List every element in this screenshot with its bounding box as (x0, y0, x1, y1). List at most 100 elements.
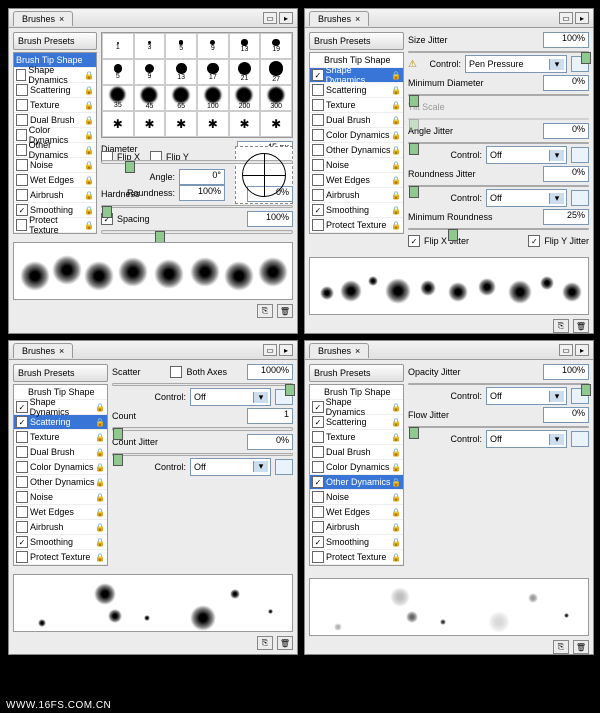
scatter-input[interactable]: 1000% (247, 364, 293, 380)
checkbox[interactable] (16, 551, 28, 563)
trash-icon[interactable]: 🗑 (573, 640, 589, 654)
trash-icon[interactable]: 🗑 (277, 304, 293, 318)
checkbox[interactable]: ✓ (16, 416, 28, 428)
brush-cell[interactable]: 300 (260, 85, 292, 111)
checkbox[interactable] (312, 114, 324, 126)
brush-cell[interactable]: 9 (197, 33, 229, 59)
brush-presets-button[interactable]: Brush Presets (13, 364, 108, 382)
tab-brushes[interactable]: Brushes× (309, 343, 369, 358)
checkbox[interactable]: ✓ (312, 476, 324, 488)
item-shape-dynamics[interactable]: Shape Dynamics🔒 (14, 68, 96, 83)
checkbox[interactable] (312, 219, 324, 231)
min-roundness-slider[interactable] (408, 228, 589, 230)
brush-cell[interactable]: 3 (134, 33, 166, 59)
item-noise[interactable]: Noise🔒 (310, 158, 403, 173)
checkbox[interactable] (312, 491, 324, 503)
item-scattering[interactable]: ✓Scattering🔒 (14, 415, 107, 430)
checkbox[interactable] (16, 159, 28, 171)
scatter-slider[interactable] (112, 383, 293, 386)
item-shape-dynamics[interactable]: ✓Shape Dynamics🔒 (310, 400, 403, 415)
item-protect-texture[interactable]: Protect Texture🔒 (310, 218, 403, 233)
item-airbrush[interactable]: Airbrush🔒 (310, 188, 403, 203)
checkbox[interactable] (16, 491, 28, 503)
item-wet-edges[interactable]: Wet Edges🔒 (310, 173, 403, 188)
item-dual-brush[interactable]: Dual Brush🔒 (310, 113, 403, 128)
flow-control-dropdown[interactable]: Off (486, 430, 567, 448)
flow-jitter-input[interactable]: 0% (543, 407, 589, 423)
angle-input[interactable]: 0° (179, 169, 225, 185)
new-icon[interactable]: ⎘ (553, 640, 569, 654)
roundness-control-dropdown[interactable]: Off (486, 189, 567, 207)
minimize-icon[interactable]: ▭ (559, 12, 573, 24)
roundness-jitter-input[interactable]: 0% (543, 166, 589, 182)
checkbox[interactable] (312, 84, 324, 96)
brush-cell[interactable]: 17 (197, 59, 229, 85)
item-wet-edges[interactable]: Wet Edges🔒 (14, 173, 96, 188)
new-icon[interactable]: ⎘ (257, 636, 273, 650)
checkbox[interactable] (16, 219, 27, 231)
item-noise[interactable]: Noise🔒 (14, 158, 96, 173)
brush-cell[interactable]: 5 (165, 33, 197, 59)
checkbox[interactable] (312, 99, 324, 111)
brush-cell[interactable]: 9 (134, 59, 166, 85)
item-dual-brush[interactable]: Dual Brush🔒 (310, 445, 403, 460)
roundness-jitter-slider[interactable] (408, 185, 589, 187)
close-icon[interactable]: × (355, 346, 360, 356)
checkbox[interactable] (16, 446, 28, 458)
opacity-jitter-slider[interactable] (408, 383, 589, 385)
opacity-jitter-input[interactable]: 100% (543, 364, 589, 380)
checkbox[interactable]: ✓ (312, 401, 324, 413)
item-other-dynamics[interactable]: Other Dynamics🔒 (310, 143, 403, 158)
brush-cell[interactable]: 19 (260, 33, 292, 59)
checkbox[interactable] (312, 144, 324, 156)
checkbox[interactable] (16, 69, 26, 81)
checkbox[interactable] (312, 446, 324, 458)
brush-cell[interactable]: 5 (102, 59, 134, 85)
item-scattering[interactable]: ✓Scattering🔒 (310, 415, 403, 430)
flipy-jitter-checkbox[interactable]: ✓ (528, 235, 540, 247)
checkbox[interactable] (16, 99, 28, 111)
brush-cell[interactable]: 100 (197, 85, 229, 111)
menu-icon[interactable]: ▸ (279, 344, 293, 356)
count-jitter-input[interactable]: 0% (247, 434, 293, 450)
checkbox[interactable] (16, 476, 28, 488)
min-roundness-input[interactable]: 25% (543, 209, 589, 225)
checkbox[interactable]: ✓ (312, 416, 324, 428)
tab-brushes[interactable]: Brushes× (309, 11, 369, 26)
checkbox[interactable] (16, 506, 28, 518)
link-button[interactable] (571, 431, 589, 447)
checkbox[interactable] (16, 84, 28, 96)
min-diameter-slider[interactable] (408, 94, 589, 96)
tab-brushes[interactable]: Brushes× (13, 343, 73, 358)
size-jitter-input[interactable]: 100% (543, 32, 589, 48)
checkbox[interactable]: ✓ (16, 204, 28, 216)
checkbox[interactable] (16, 189, 28, 201)
item-texture[interactable]: Texture🔒 (14, 98, 96, 113)
hardness-slider[interactable] (101, 205, 293, 209)
brush-cell[interactable]: ✱ (197, 111, 229, 137)
item-color-dynamics[interactable]: Color Dynamics🔒 (14, 460, 107, 475)
brush-cell[interactable]: 65 (165, 85, 197, 111)
brush-cell[interactable]: 45 (134, 85, 166, 111)
trash-icon[interactable]: 🗑 (277, 636, 293, 650)
checkbox[interactable]: ✓ (16, 401, 28, 413)
item-airbrush[interactable]: Airbrush🔒 (14, 188, 96, 203)
item-other-dynamics[interactable]: ✓Other Dynamics🔒 (310, 475, 403, 490)
brush-cell[interactable]: 27 (260, 59, 292, 85)
brush-cell[interactable]: ✱ (260, 111, 292, 137)
menu-icon[interactable]: ▸ (575, 344, 589, 356)
item-color-dynamics[interactable]: Color Dynamics🔒 (310, 128, 403, 143)
angle-control-dropdown[interactable]: Off (486, 146, 567, 164)
item-airbrush[interactable]: Airbrush🔒 (14, 520, 107, 535)
checkbox[interactable] (16, 129, 27, 141)
checkbox[interactable]: ✓ (312, 69, 324, 81)
checkbox[interactable] (312, 174, 324, 186)
checkbox[interactable] (312, 521, 324, 533)
brush-cell[interactable]: ✱ (165, 111, 197, 137)
item-smoothing[interactable]: ✓Smoothing🔒 (310, 203, 403, 218)
brush-presets-button[interactable]: Brush Presets (309, 364, 404, 382)
minimize-icon[interactable]: ▭ (263, 344, 277, 356)
brush-cell[interactable]: 13 (229, 33, 261, 59)
menu-icon[interactable]: ▸ (575, 12, 589, 24)
brush-cell[interactable]: 200 (229, 85, 261, 111)
